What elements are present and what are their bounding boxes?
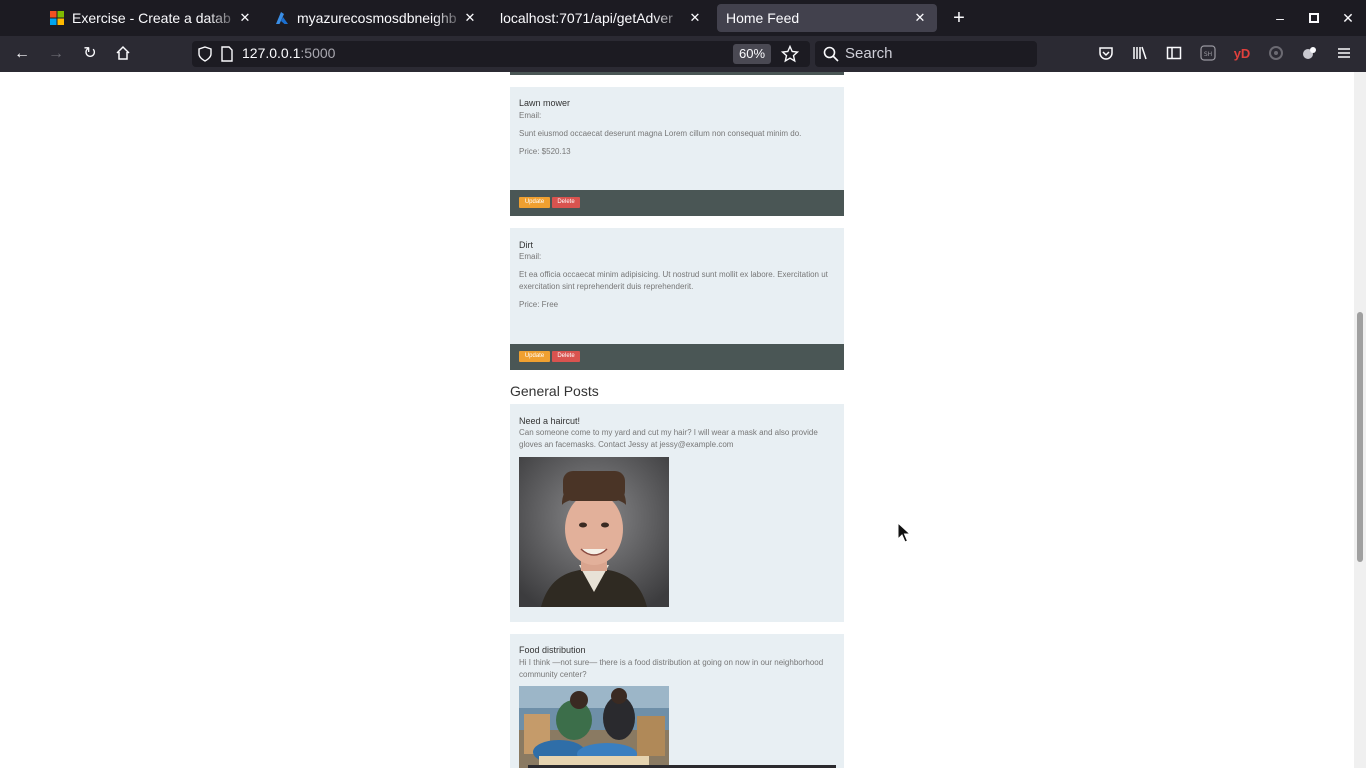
close-tab-icon[interactable]: ✕ bbox=[913, 11, 927, 25]
tab-home-feed[interactable]: Home Feed ✕ bbox=[717, 4, 937, 32]
previous-card-action-bar bbox=[510, 72, 844, 75]
post-title: Dirt bbox=[519, 240, 533, 250]
tab-title: localhost:7071/api/getAdver bbox=[500, 10, 673, 26]
post-description: Et ea officia occaecat minim adipisicing… bbox=[519, 270, 828, 291]
extension-circle-icon[interactable] bbox=[1267, 45, 1285, 63]
reload-icon[interactable]: ↻ bbox=[81, 45, 99, 63]
post-actions-bar: Update Delete bbox=[510, 344, 844, 370]
tab-localhost-api[interactable]: localhost:7071/api/getAdver ✕ bbox=[490, 0, 712, 36]
general-post-card: Food distribution Hi I think —not sure— … bbox=[510, 634, 844, 768]
post-body: Can someone come to my yard and cut my h… bbox=[519, 428, 818, 449]
new-tab-icon[interactable]: + bbox=[950, 8, 968, 28]
address-bar[interactable]: 127.0.0.1:5000 60% bbox=[192, 41, 810, 67]
close-tab-icon[interactable]: ✕ bbox=[238, 11, 252, 25]
azure-logo-icon bbox=[275, 11, 289, 25]
page-scrollbar-thumb[interactable] bbox=[1357, 312, 1363, 562]
forward-arrow-icon[interactable]: → bbox=[47, 45, 65, 63]
general-post-card: Need a haircut! Can someone come to my y… bbox=[510, 404, 844, 622]
post-title: Need a haircut! bbox=[519, 416, 581, 426]
post-photo bbox=[519, 457, 669, 607]
post-email: Email: bbox=[519, 252, 542, 261]
close-tab-icon[interactable]: ✕ bbox=[463, 11, 477, 25]
library-icon[interactable] bbox=[1131, 45, 1149, 63]
svg-text:SH: SH bbox=[1204, 51, 1212, 58]
search-bar[interactable]: Search bbox=[815, 41, 1037, 67]
page-viewport: Lawn mower Email: Sunt eiusmod occaecat … bbox=[0, 72, 1354, 768]
general-posts-heading: General Posts bbox=[510, 383, 599, 399]
update-button[interactable]: Update bbox=[519, 197, 550, 208]
post-title: Food distribution bbox=[519, 645, 586, 655]
page-info-icon[interactable] bbox=[220, 46, 234, 67]
microsoft-logo-icon bbox=[50, 11, 64, 25]
back-arrow-icon[interactable]: ← bbox=[13, 45, 31, 63]
menu-icon[interactable] bbox=[1335, 45, 1353, 63]
minimize-icon[interactable]: – bbox=[1271, 9, 1289, 27]
post-body: Hi I think —not sure— there is a food di… bbox=[519, 658, 824, 679]
bookmark-star-icon[interactable] bbox=[780, 44, 800, 68]
post-actions-bar: Update Delete bbox=[510, 190, 844, 216]
search-icon bbox=[823, 46, 839, 67]
close-window-icon[interactable]: ✕ bbox=[1339, 9, 1357, 27]
close-tab-icon[interactable]: ✕ bbox=[688, 11, 702, 25]
post-title: Lawn mower bbox=[519, 98, 571, 108]
post-price: Price: Free bbox=[519, 300, 559, 309]
marketplace-post-card: Lawn mower Email: Sunt eiusmod occaecat … bbox=[510, 87, 844, 216]
marketplace-post-card: Dirt Email: Et ea officia occaecat minim… bbox=[510, 228, 844, 370]
tab-title: Home Feed bbox=[726, 10, 800, 26]
url-host: 127.0.0.1 bbox=[242, 45, 301, 61]
tab-title: myazurecosmosdbneighb bbox=[297, 10, 457, 26]
post-price: Price: $520.13 bbox=[519, 147, 571, 156]
tab-exercise[interactable]: Exercise - Create a datab ✕ bbox=[40, 0, 262, 36]
post-description: Sunt eiusmod occaecat deserunt magna Lor… bbox=[519, 129, 802, 138]
post-photo bbox=[519, 686, 669, 768]
sidebar-icon[interactable] bbox=[1165, 45, 1183, 63]
pocket-icon[interactable] bbox=[1097, 45, 1115, 63]
search-placeholder: Search bbox=[845, 45, 893, 62]
url-port: :5000 bbox=[300, 45, 336, 61]
tab-title: Exercise - Create a datab bbox=[72, 10, 231, 26]
post-email: Email: bbox=[519, 111, 542, 120]
url-text[interactable]: 127.0.0.1:5000 bbox=[242, 45, 335, 61]
shield-icon[interactable] bbox=[197, 46, 213, 67]
update-button[interactable]: Update bbox=[519, 351, 550, 362]
extension-account-icon[interactable] bbox=[1301, 45, 1319, 63]
zoom-level-badge[interactable]: 60% bbox=[733, 44, 772, 64]
delete-button[interactable]: Delete bbox=[552, 197, 580, 208]
tab-strip: Exercise - Create a datab ✕ myazurecosmo… bbox=[0, 0, 1366, 36]
extension-sh-icon[interactable]: SH bbox=[1199, 45, 1217, 63]
tab-cosmosdb[interactable]: myazurecosmosdbneighb ✕ bbox=[265, 0, 487, 36]
home-icon[interactable] bbox=[114, 45, 132, 63]
delete-button[interactable]: Delete bbox=[552, 351, 580, 362]
extension-yd-icon[interactable]: yD bbox=[1233, 45, 1251, 63]
maximize-icon[interactable] bbox=[1305, 9, 1323, 27]
